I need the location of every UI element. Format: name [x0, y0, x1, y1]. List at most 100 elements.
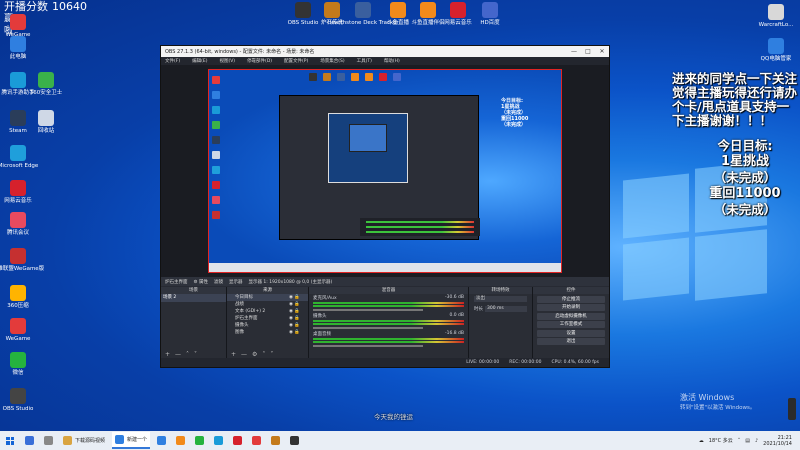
desktop-icon[interactable]: 腾讯会议	[0, 212, 36, 236]
desktop-icon[interactable]: 微信	[0, 352, 36, 376]
desktop-icon[interactable]: QQ电脑管家	[758, 38, 794, 62]
taskbar-app[interactable]	[249, 432, 264, 449]
volume-slider[interactable]	[313, 327, 423, 329]
obs-preview-canvas[interactable]: 今日目标: 1星挑战 （未完成） 重回11000 （未完成）	[208, 69, 562, 273]
visibility-icon[interactable]: ◉ 🔒	[289, 308, 300, 315]
desktop-icon[interactable]: 英雄联盟WeGame版	[0, 248, 44, 272]
desktop-icon-label: OBS Studio	[2, 406, 34, 412]
visibility-icon[interactable]: ◉ 🔒	[289, 294, 300, 301]
menu-item[interactable]: 文件(F)	[165, 58, 180, 64]
scene-down-button[interactable]: ˅	[194, 351, 197, 358]
control-button[interactable]: 设置	[537, 329, 605, 337]
desktop-icon-label: 回收站	[37, 128, 55, 134]
taskbar-app[interactable]	[154, 432, 169, 449]
remove-source-button[interactable]: —	[241, 351, 247, 358]
scene-up-button[interactable]: ˄	[186, 351, 189, 358]
visibility-icon[interactable]: ◉ 🔒	[289, 301, 300, 308]
source-item[interactable]: 文本 (GDI+) 2 ◉ 🔒	[227, 308, 308, 315]
clock[interactable]: 21:21 2021/10/14	[763, 435, 792, 447]
scene-toolbar-item[interactable]: 显示器 1: 1920x1080 @ 0,0 (主显示器)	[248, 279, 332, 285]
taskbar-app[interactable]	[211, 432, 226, 449]
source-up-button[interactable]: ˄	[262, 351, 265, 358]
desktop-icon[interactable]: 360压缩	[0, 285, 36, 309]
network-icon[interactable]: ▤	[745, 438, 750, 444]
menu-item[interactable]: 帮助(H)	[384, 58, 400, 64]
close-button[interactable]: ✕	[595, 46, 609, 57]
obs-window[interactable]: OBS 27.1.3 (64-bit, windows) - 配置文件: 未命名…	[160, 45, 610, 368]
desktop-icon[interactable]: WeGame	[0, 318, 36, 342]
source-settings-icon[interactable]: ⚙	[252, 351, 257, 358]
transition-duration-field[interactable]: 300 ms	[485, 306, 527, 312]
side-handle[interactable]	[788, 398, 796, 420]
obs-title-bar[interactable]: OBS 27.1.3 (64-bit, windows) - 配置文件: 未命名…	[161, 46, 609, 57]
menu-item[interactable]: 工具(T)	[357, 58, 372, 64]
app-icon	[195, 436, 205, 445]
desktop-icon-label: Microsoft Edge	[0, 163, 39, 169]
taskbar-app[interactable]	[192, 432, 207, 449]
source-item[interactable]: 摄像头 ◉ 🔒	[227, 322, 308, 329]
scene-toolbar-item[interactable]: ⚙ 属性	[194, 279, 208, 285]
desktop-icon[interactable]: WeGame	[0, 14, 36, 38]
sources-dock: 来源 今日目标 ◉ 🔒 战绩 ◉ 🔒 文本 (GDI+) 2 ◉ 🔒 炉石主界面 ◉ 🔒 摄像头…	[227, 287, 309, 359]
taskbar-app[interactable]	[173, 432, 188, 449]
volume-slider[interactable]	[313, 309, 423, 311]
taskbar-app[interactable]: 新建一个	[112, 432, 151, 449]
transition-select[interactable]: 淡出	[474, 296, 527, 302]
menu-item[interactable]: 场景集合(S)	[320, 58, 344, 64]
weather-text[interactable]: 18°C 多云	[709, 437, 733, 444]
add-scene-button[interactable]: +	[165, 351, 170, 358]
taskbar-app[interactable]	[230, 432, 245, 449]
chevron-up-icon[interactable]: ˄	[738, 438, 741, 444]
desktop-icon[interactable]: WarcraftLo...	[758, 4, 794, 28]
volume-slider[interactable]	[313, 345, 423, 347]
maximize-button[interactable]: □	[581, 46, 595, 57]
source-name: 炉石主界面	[235, 316, 258, 321]
scene-toolbar-item[interactable]: 滤镜	[214, 279, 223, 285]
scene-item[interactable]: 场景 2	[161, 294, 226, 302]
app-icon	[10, 248, 26, 264]
obs-preview-area[interactable]: 今日目标: 1星挑战 （未完成） 重回11000 （未完成）	[161, 65, 609, 277]
desktop-icon-label: 斗鱼直播	[386, 20, 409, 26]
source-item[interactable]: 图像 ◉ 🔒	[227, 329, 308, 336]
desktop-icon[interactable]: HD百度	[472, 2, 508, 26]
cpu-fps: CPU: 0.4%, 60.00 fps	[551, 360, 600, 365]
control-button[interactable]: 开始录制	[537, 304, 605, 311]
visibility-icon[interactable]: ◉ 🔒	[289, 315, 300, 322]
desktop-icon[interactable]: 网易云音乐	[440, 2, 476, 26]
menu-item[interactable]: 配置文件(P)	[284, 58, 308, 64]
menu-item[interactable]: 视图(V)	[219, 58, 235, 64]
taskbar-app[interactable]	[287, 432, 302, 449]
menu-item[interactable]: 停靠部件(D)	[247, 58, 272, 64]
start-button[interactable]	[0, 431, 20, 450]
scene-toolbar-item[interactable]: 显示器	[229, 279, 243, 285]
desktop-icon[interactable]: 网易云音乐	[0, 180, 36, 204]
menu-item[interactable]: 编辑(E)	[192, 58, 207, 64]
visibility-icon[interactable]: ◉ 🔒	[289, 322, 300, 329]
volume-icon[interactable]: ♪	[755, 438, 758, 444]
source-down-button[interactable]: ˅	[270, 351, 273, 358]
add-source-button[interactable]: +	[231, 351, 236, 358]
desktop-icon[interactable]: 360安全卫士	[28, 72, 64, 96]
desktop-icon[interactable]: 此电脑	[0, 36, 36, 60]
taskbar-app[interactable]	[41, 432, 56, 449]
control-button[interactable]: 启动虚拟摄像机	[537, 312, 605, 320]
visibility-icon[interactable]: ◉ 🔒	[289, 329, 300, 336]
control-button[interactable]: 停止推流	[537, 295, 605, 303]
desktop-icon[interactable]: OBS Studio	[0, 388, 36, 412]
desktop-icon[interactable]: Hearthstone Deck Tracker	[327, 2, 399, 26]
source-item[interactable]: 战绩 ◉ 🔒	[227, 301, 308, 308]
taskbar-app[interactable]	[22, 432, 37, 449]
desktop-icon[interactable]: 回收站	[28, 110, 64, 134]
control-button[interactable]: 退出	[537, 338, 605, 345]
announcement-text: 进来的同学点一下关注觉得主播玩得还行请办个卡/甩点道具支持一下主播谢谢！！！	[672, 71, 798, 128]
remove-scene-button[interactable]: —	[175, 351, 181, 358]
control-button[interactable]: 工作室模式	[537, 321, 605, 328]
minimize-button[interactable]: —	[567, 46, 581, 57]
source-item[interactable]: 炉石主界面 ◉ 🔒	[227, 315, 308, 322]
desktop-icon-label: 此电脑	[9, 54, 27, 60]
source-item[interactable]: 今日目标 ◉ 🔒	[227, 294, 308, 301]
weather-icon[interactable]: ☁	[699, 438, 704, 444]
desktop-icon[interactable]: Microsoft Edge	[0, 145, 39, 169]
taskbar-app[interactable]: 下载源码视频	[60, 432, 108, 449]
taskbar-app[interactable]	[268, 432, 283, 449]
